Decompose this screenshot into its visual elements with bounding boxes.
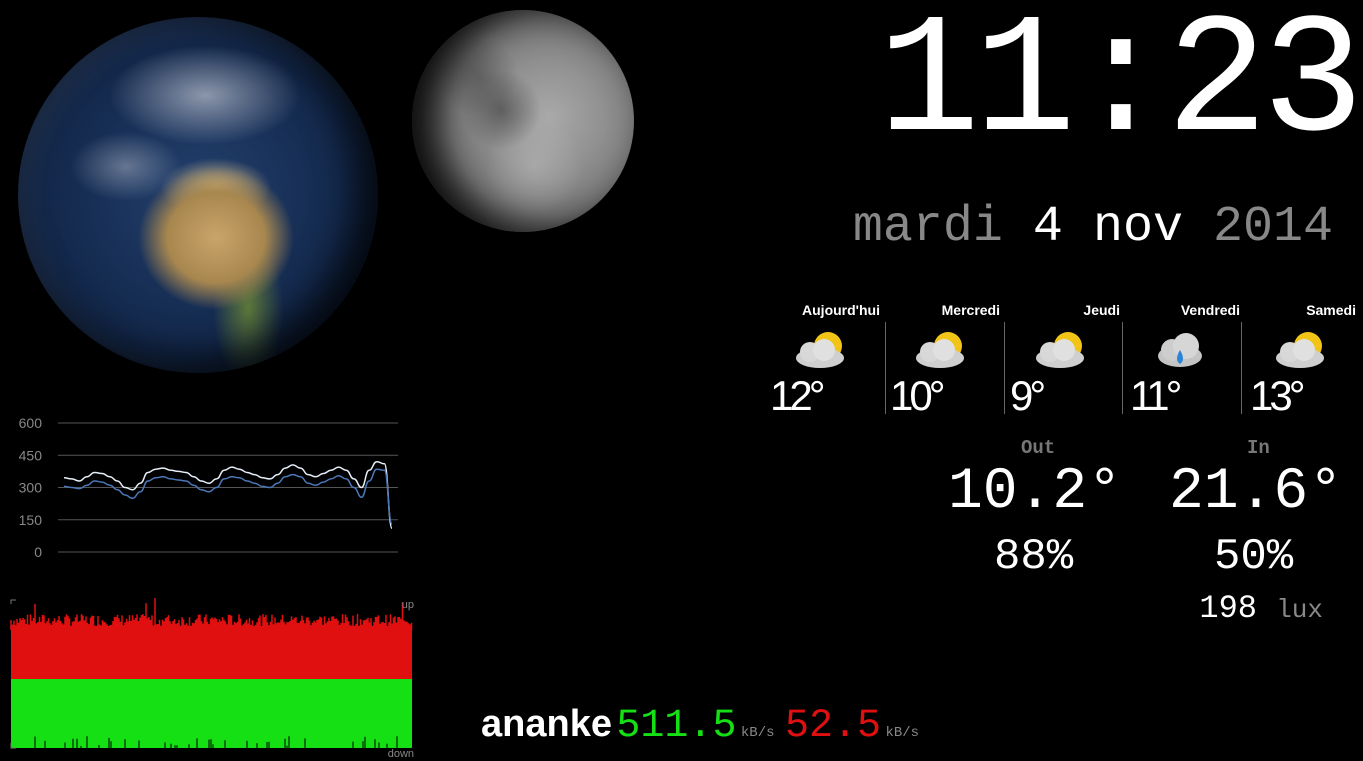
network-down-unit: kB/s xyxy=(740,725,775,741)
moon-phase-image xyxy=(412,10,634,232)
chart-ytick-label: 450 xyxy=(19,447,43,463)
sensor-out-label: Out xyxy=(1021,437,1056,459)
chart-ytick-label: 150 xyxy=(19,512,43,528)
forecast-divider xyxy=(885,322,886,414)
forecast-divider xyxy=(1122,322,1123,414)
forecast-day-name: Vendredi xyxy=(1180,302,1240,318)
forecast-divider xyxy=(1004,322,1005,414)
sensor-in-label: In xyxy=(1247,437,1270,459)
upload-area xyxy=(11,630,412,679)
partly-cloudy-icon xyxy=(916,332,964,368)
light-unit: lux xyxy=(1276,595,1323,625)
forecast-day: Vendredi 11° xyxy=(1130,300,1248,419)
clock-time: 11:23 xyxy=(877,0,1363,181)
partly-cloudy-icon xyxy=(1276,332,1324,368)
light-sensor: 198 lux xyxy=(1199,590,1323,627)
date-display: mardi 4 nov 2014 xyxy=(853,198,1333,258)
network-traffic-graph: up down xyxy=(10,598,414,758)
graph-corner-marker xyxy=(10,599,16,604)
chart-ytick-label: 0 xyxy=(34,544,42,560)
network-up-rate: 52.5 xyxy=(784,704,881,749)
chart-ytick-label: 600 xyxy=(19,415,43,431)
chart-series-line xyxy=(63,468,393,525)
graph-label-down: down xyxy=(388,748,414,758)
partly-cloudy-icon xyxy=(1036,332,1084,368)
forecast-day: Jeudi 9° xyxy=(1010,300,1128,419)
network-host: ananke xyxy=(481,703,612,745)
forecast-day-name: Aujourd'hui xyxy=(802,302,880,318)
download-area xyxy=(11,679,412,748)
forecast-day: Samedi 13° xyxy=(1250,300,1358,419)
date-month: nov xyxy=(1092,199,1183,256)
forecast-temp: 9° xyxy=(1010,372,1046,419)
chart-ytick-label: 300 xyxy=(19,480,43,496)
date-year: 2014 xyxy=(1212,199,1333,256)
traffic-bars xyxy=(10,598,413,748)
sensor-in-temp: 21.6° xyxy=(1169,460,1344,525)
network-down-rate: 511.5 xyxy=(616,704,737,749)
forecast-day-name: Samedi xyxy=(1306,302,1356,318)
forecast-day: Mercredi 10° xyxy=(890,300,1008,419)
forecast-day-name: Jeudi xyxy=(1083,302,1120,318)
light-value: 198 xyxy=(1199,590,1257,627)
forecast-divider xyxy=(1241,322,1242,414)
date-day: 4 xyxy=(1032,199,1063,256)
upload-spikes xyxy=(10,598,413,630)
forecast-day: Aujourd'hui 12° xyxy=(770,300,888,419)
forecast-temp: 13° xyxy=(1250,372,1305,419)
graph-label-up: up xyxy=(402,599,414,611)
network-status: ananke 511.5 kB/s 52.5 kB/s xyxy=(481,703,919,749)
sensor-out-temp: 10.2° xyxy=(948,460,1123,525)
line-chart: 600 450 300 150 0 xyxy=(19,415,398,560)
forecast-temp: 12° xyxy=(770,372,825,419)
network-up-unit: kB/s xyxy=(885,725,920,741)
partly-cloudy-icon xyxy=(796,332,844,368)
earth-globe-image xyxy=(18,17,378,373)
sensor-in-humidity: 50% xyxy=(1214,532,1294,582)
rain-cloud-icon xyxy=(1158,333,1202,367)
date-weekday: mardi xyxy=(852,199,1003,256)
sensor-out-humidity: 88% xyxy=(994,532,1074,582)
forecast-temp: 11° xyxy=(1130,372,1182,419)
chart-series-line xyxy=(63,460,393,530)
forecast-day-name: Mercredi xyxy=(941,302,1000,318)
forecast-temp: 10° xyxy=(890,372,945,419)
